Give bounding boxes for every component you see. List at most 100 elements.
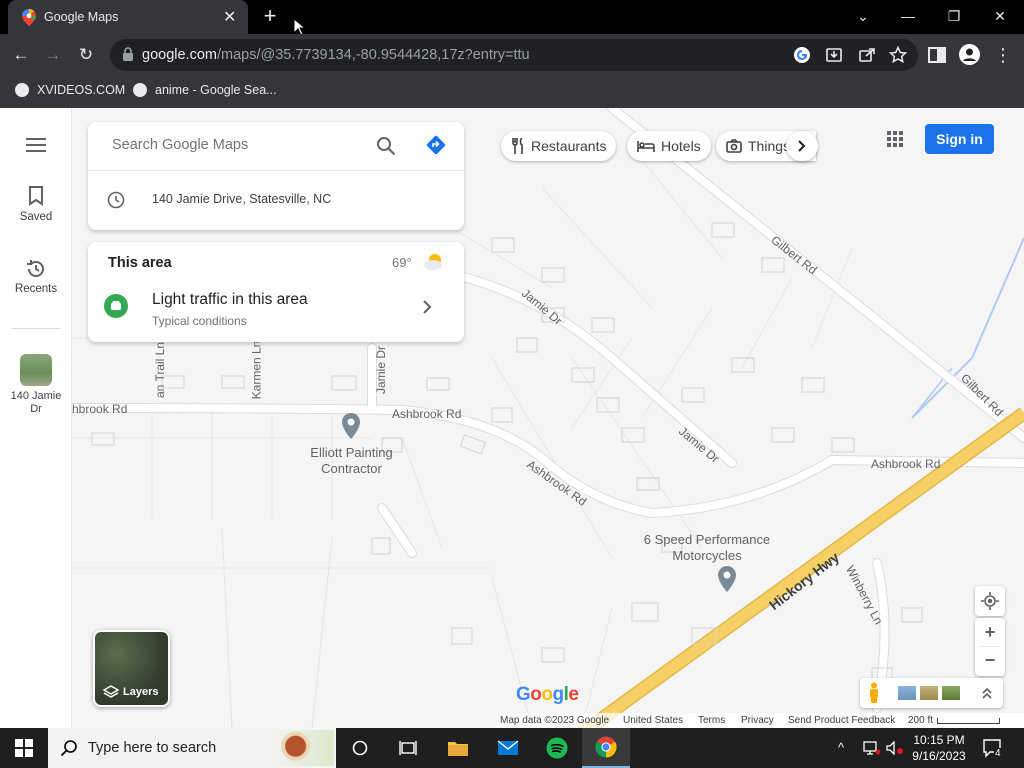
google-lens-icon[interactable] xyxy=(793,46,811,64)
road-label: an Trail Ln xyxy=(153,341,168,399)
history-text: 140 Jamie Drive, Statesville, NC xyxy=(152,192,332,206)
side-panel-icon[interactable] xyxy=(928,47,946,63)
scale-label[interactable]: 200 ft xyxy=(908,715,933,726)
mail-button[interactable] xyxy=(484,728,532,768)
camera-icon xyxy=(726,139,742,153)
folder-icon xyxy=(448,742,468,756)
recents-label: Recents xyxy=(14,283,58,295)
search-highlight-image xyxy=(270,730,334,766)
chip-restaurants[interactable]: Restaurants xyxy=(501,131,617,161)
place-thumbnail xyxy=(20,354,52,386)
taskbar-search-placeholder: Type here to search xyxy=(88,740,217,756)
directions-icon[interactable] xyxy=(425,134,447,156)
road-label: Ashbrook Rd xyxy=(871,457,941,471)
bookmark-item[interactable]: anime - Google Sea... xyxy=(133,83,277,97)
chevron-right-icon xyxy=(423,300,432,314)
terms-link[interactable]: Terms xyxy=(698,715,725,726)
reload-button[interactable]: ↻ xyxy=(73,42,99,68)
close-tab-icon[interactable]: ✕ xyxy=(223,7,236,27)
search-divider xyxy=(88,170,464,171)
windows-logo-icon xyxy=(15,739,33,757)
mail-icon xyxy=(497,740,519,755)
restore-button[interactable]: ❐ xyxy=(934,4,974,28)
privacy-link[interactable]: Privacy xyxy=(741,715,774,726)
traffic-row[interactable]: Light traffic in this area Typical condi… xyxy=(88,282,464,340)
show-hidden-icons-button[interactable]: ^ xyxy=(838,740,844,755)
chrome-icon xyxy=(595,736,617,758)
windows-taskbar: Type here to search ^ 10:15 PM 9/16/2023… xyxy=(0,728,1024,768)
taskbar-search-box[interactable]: Type here to search xyxy=(48,728,336,768)
forward-button[interactable]: → xyxy=(40,42,66,68)
spotify-button[interactable] xyxy=(533,728,581,768)
sidebar-divider xyxy=(12,328,60,329)
profile-avatar[interactable] xyxy=(959,44,980,65)
clock[interactable]: 10:15 PM 9/16/2023 xyxy=(908,732,970,764)
install-app-icon[interactable] xyxy=(825,46,843,64)
cortana-button[interactable] xyxy=(336,728,384,768)
sign-in-button[interactable]: Sign in xyxy=(925,124,994,154)
area-card: This area 69° Light traffic in this area… xyxy=(88,242,464,342)
recent-place-label: 140 Jamie Dr xyxy=(10,390,62,415)
recents-button[interactable]: Recents xyxy=(0,258,72,295)
road-label: Jamie Dr xyxy=(374,345,389,395)
chip-hotels[interactable]: Hotels xyxy=(627,131,711,161)
tab-search-icon[interactable]: ⌄ xyxy=(843,4,883,28)
file-explorer-button[interactable] xyxy=(434,728,482,768)
minimize-button[interactable]: — xyxy=(888,4,928,28)
pegman-icon[interactable] xyxy=(868,682,880,704)
recent-place-item[interactable]: 140 Jamie Dr xyxy=(0,354,72,416)
saved-button[interactable]: Saved xyxy=(0,186,72,223)
layers-label: Layers xyxy=(123,686,159,698)
map-canvas[interactable]: Gilbert Rd Gilbert Rd Jamie Dr Jamie Dr … xyxy=(72,108,1024,728)
chips-next-button[interactable] xyxy=(786,131,818,161)
place-pin[interactable] xyxy=(342,413,360,439)
google-apps-icon[interactable] xyxy=(887,131,903,147)
bookmark-label: anime - Google Sea... xyxy=(155,83,277,97)
poi-label[interactable]: 6 Speed Performance Motorcycles xyxy=(612,532,802,564)
place-pin[interactable] xyxy=(718,566,736,592)
hotel-icon xyxy=(637,141,655,152)
task-view-icon xyxy=(399,741,417,755)
map-footer: Map data ©2023 Google United States Term… xyxy=(496,713,1024,728)
menu-button[interactable] xyxy=(26,138,46,152)
imagery-thumbnail[interactable] xyxy=(898,686,916,700)
bookmark-label: XVIDEOS.COM xyxy=(37,83,126,97)
imagery-thumbnail[interactable] xyxy=(942,686,960,700)
bookmark-star-icon[interactable] xyxy=(889,46,907,64)
network-icon[interactable] xyxy=(863,741,881,755)
cortana-icon xyxy=(352,740,368,756)
feedback-link[interactable]: Send Product Feedback xyxy=(788,715,895,726)
menu-icon xyxy=(26,138,46,152)
address-bar[interactable]: google.com/maps/@35.7739134,-80.9544428,… xyxy=(110,39,918,71)
chip-label: Things xyxy=(748,138,791,154)
spotify-icon xyxy=(546,737,568,759)
task-view-button[interactable] xyxy=(384,728,432,768)
notification-count: 4 xyxy=(994,748,1002,759)
map-data-text: Map data ©2023 Google xyxy=(500,715,610,726)
temperature: 69° xyxy=(392,255,412,270)
car-icon xyxy=(104,294,128,318)
share-icon[interactable] xyxy=(858,46,876,64)
back-button[interactable]: ← xyxy=(8,42,34,68)
bookmark-item[interactable]: XVIDEOS.COM xyxy=(15,83,125,97)
chrome-menu-icon[interactable]: ⋮ xyxy=(990,42,1016,68)
layers-icon xyxy=(103,685,119,698)
imagery-thumbnail[interactable] xyxy=(920,686,938,700)
start-button[interactable] xyxy=(0,728,48,768)
chevron-up-double-icon[interactable] xyxy=(982,687,992,699)
browser-tab[interactable]: Google Maps ✕ xyxy=(8,0,248,34)
search-icon[interactable] xyxy=(376,136,396,156)
notification-center-button[interactable]: 4 xyxy=(982,738,1002,759)
chrome-taskbar-button[interactable] xyxy=(582,728,630,768)
country-link[interactable]: United States xyxy=(623,715,683,726)
poi-label[interactable]: Elliott Painting Contractor xyxy=(279,445,424,477)
search-history-item[interactable]: 140 Jamie Drive, Statesville, NC xyxy=(88,172,464,228)
new-tab-button[interactable]: + xyxy=(258,4,282,28)
zoom-out-button[interactable]: − xyxy=(975,647,1005,675)
layers-button[interactable]: Layers xyxy=(93,630,170,707)
zoom-in-button[interactable]: + xyxy=(975,618,1005,646)
my-location-button[interactable] xyxy=(975,586,1005,616)
volume-muted-icon[interactable] xyxy=(886,741,904,755)
close-window-button[interactable]: ✕ xyxy=(980,4,1020,28)
search-input[interactable]: Search Google Maps xyxy=(88,122,464,168)
